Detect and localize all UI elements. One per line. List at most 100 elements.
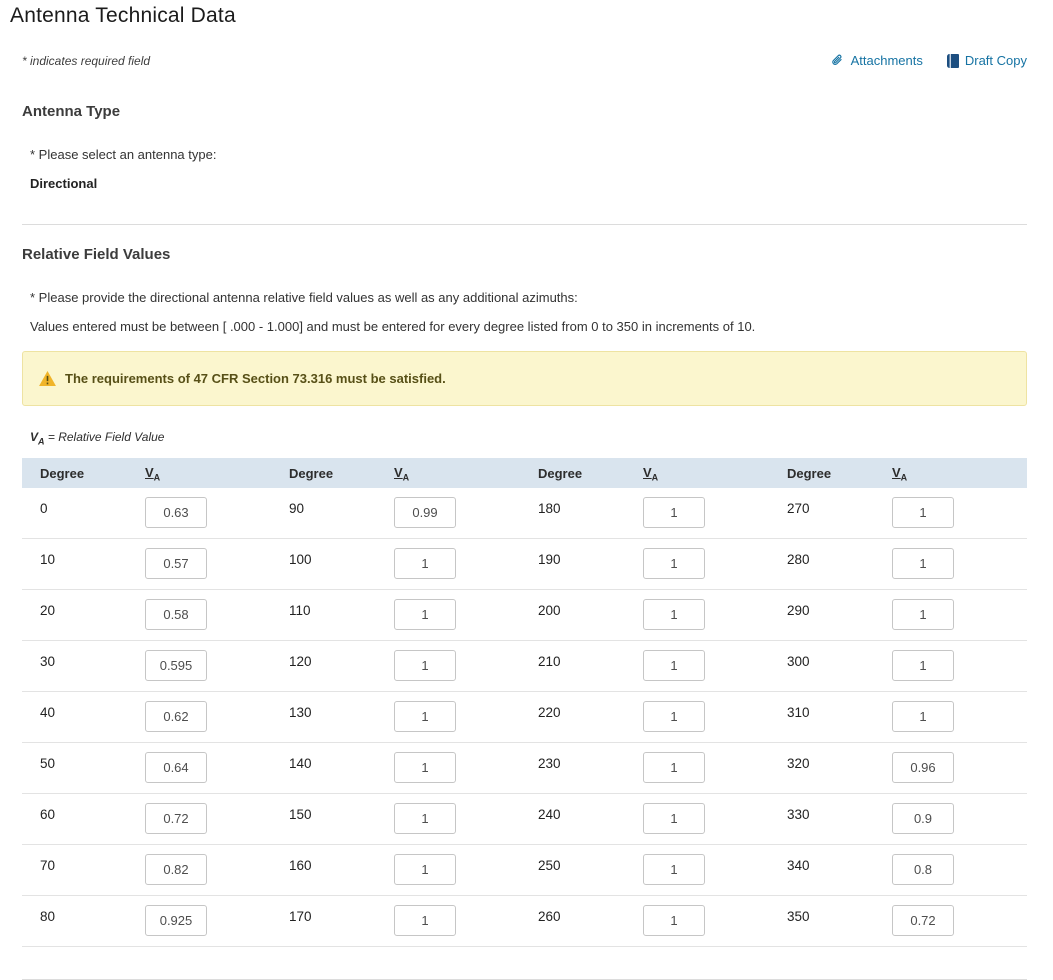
degree-label-230: 230: [538, 752, 643, 771]
relative-field-input-110[interactable]: [394, 599, 456, 630]
degree-label-190: 190: [538, 548, 643, 567]
relative-field-input-340[interactable]: [892, 854, 954, 885]
relative-field-input-100[interactable]: [394, 548, 456, 579]
relative-field-input-290[interactable]: [892, 599, 954, 630]
va-column-header: VA: [394, 465, 538, 483]
warning-banner: The requirements of 47 CFR Section 73.31…: [22, 351, 1027, 406]
va-column-header: VA: [145, 465, 289, 483]
va-input-cell: [145, 548, 289, 579]
relative-field-input-260[interactable]: [643, 905, 705, 936]
relative-field-input-240[interactable]: [643, 803, 705, 834]
relative-field-input-10[interactable]: [145, 548, 207, 579]
relative-field-input-190[interactable]: [643, 548, 705, 579]
antenna-technical-data-page: Antenna Technical Data * indicates requi…: [0, 4, 1053, 949]
degree-label-90: 90: [289, 497, 394, 516]
relative-field-input-220[interactable]: [643, 701, 705, 732]
table-row: 10100190280: [22, 539, 1027, 590]
va-input-cell: [643, 650, 787, 681]
degree-label-40: 40: [40, 701, 145, 720]
table-row: 30120210300: [22, 641, 1027, 692]
degree-label-320: 320: [787, 752, 892, 771]
required-field-note: * indicates required field: [22, 54, 150, 68]
relative-field-input-310[interactable]: [892, 701, 954, 732]
va-input-cell: [892, 599, 1036, 630]
degree-label-220: 220: [538, 701, 643, 720]
va-input-cell: [145, 701, 289, 732]
degree-label-50: 50: [40, 752, 145, 771]
va-input-cell: [892, 905, 1036, 936]
degree-label-110: 110: [289, 599, 394, 618]
attachments-link[interactable]: Attachments: [830, 53, 923, 68]
relative-field-input-120[interactable]: [394, 650, 456, 681]
degree-column-header: Degree: [538, 466, 643, 481]
relative-field-input-70[interactable]: [145, 854, 207, 885]
degree-column-header: Degree: [787, 466, 892, 481]
relative-field-input-20[interactable]: [145, 599, 207, 630]
relative-field-input-300[interactable]: [892, 650, 954, 681]
relative-field-input-230[interactable]: [643, 752, 705, 783]
va-input-cell: [394, 752, 538, 783]
relative-field-input-130[interactable]: [394, 701, 456, 732]
va-input-cell: [643, 854, 787, 885]
relative-field-input-350[interactable]: [892, 905, 954, 936]
degree-label-200: 200: [538, 599, 643, 618]
relative-field-input-140[interactable]: [394, 752, 456, 783]
degree-label-270: 270: [787, 497, 892, 516]
va-input-cell: [892, 752, 1036, 783]
va-symbol: VA: [30, 430, 45, 444]
relative-field-input-330[interactable]: [892, 803, 954, 834]
relative-field-input-40[interactable]: [145, 701, 207, 732]
table-row: 70160250340: [22, 845, 1027, 896]
relative-field-input-320[interactable]: [892, 752, 954, 783]
va-input-cell: [643, 752, 787, 783]
table-header-row: DegreeVADegreeVADegreeVADegreeVA: [22, 458, 1027, 488]
va-input-cell: [394, 650, 538, 681]
va-input-cell: [145, 752, 289, 783]
degree-label-60: 60: [40, 803, 145, 822]
table-row: 090180270: [22, 488, 1027, 539]
relative-field-input-150[interactable]: [394, 803, 456, 834]
relative-field-input-280[interactable]: [892, 548, 954, 579]
va-input-cell: [145, 497, 289, 528]
relative-field-values-heading: Relative Field Values: [22, 246, 1053, 263]
table-row: 20110200290: [22, 590, 1027, 641]
degree-label-140: 140: [289, 752, 394, 771]
relative-field-input-250[interactable]: [643, 854, 705, 885]
relative-field-input-80[interactable]: [145, 905, 207, 936]
draft-copy-link[interactable]: Draft Copy: [947, 53, 1027, 68]
relative-field-input-160[interactable]: [394, 854, 456, 885]
relative-field-input-270[interactable]: [892, 497, 954, 528]
degree-label-350: 350: [787, 905, 892, 924]
relative-field-table: DegreeVADegreeVADegreeVADegreeVA 0901802…: [22, 458, 1027, 947]
va-input-cell: [892, 803, 1036, 834]
relative-field-input-60[interactable]: [145, 803, 207, 834]
va-input-cell: [394, 854, 538, 885]
relative-field-input-170[interactable]: [394, 905, 456, 936]
va-column-header: VA: [643, 465, 787, 483]
va-input-cell: [892, 854, 1036, 885]
relative-field-input-50[interactable]: [145, 752, 207, 783]
va-input-cell: [394, 701, 538, 732]
degree-column-header: Degree: [40, 466, 145, 481]
degree-label-30: 30: [40, 650, 145, 669]
relative-field-input-200[interactable]: [643, 599, 705, 630]
table-row: 40130220310: [22, 692, 1027, 743]
relative-field-input-90[interactable]: [394, 497, 456, 528]
degree-label-290: 290: [787, 599, 892, 618]
relative-field-input-0[interactable]: [145, 497, 207, 528]
relative-field-input-30[interactable]: [145, 650, 207, 681]
relative-field-input-210[interactable]: [643, 650, 705, 681]
degree-label-330: 330: [787, 803, 892, 822]
va-input-cell: [145, 599, 289, 630]
table-row: 80170260350: [22, 896, 1027, 947]
va-input-cell: [643, 497, 787, 528]
degree-label-10: 10: [40, 548, 145, 567]
va-legend-text: = Relative Field Value: [48, 430, 165, 444]
relative-field-input-180[interactable]: [643, 497, 705, 528]
degree-label-120: 120: [289, 650, 394, 669]
va-column-header: VA: [892, 465, 1036, 483]
va-input-cell: [892, 650, 1036, 681]
va-input-cell: [643, 905, 787, 936]
degree-column-header: Degree: [289, 466, 394, 481]
table-row: 60150240330: [22, 794, 1027, 845]
